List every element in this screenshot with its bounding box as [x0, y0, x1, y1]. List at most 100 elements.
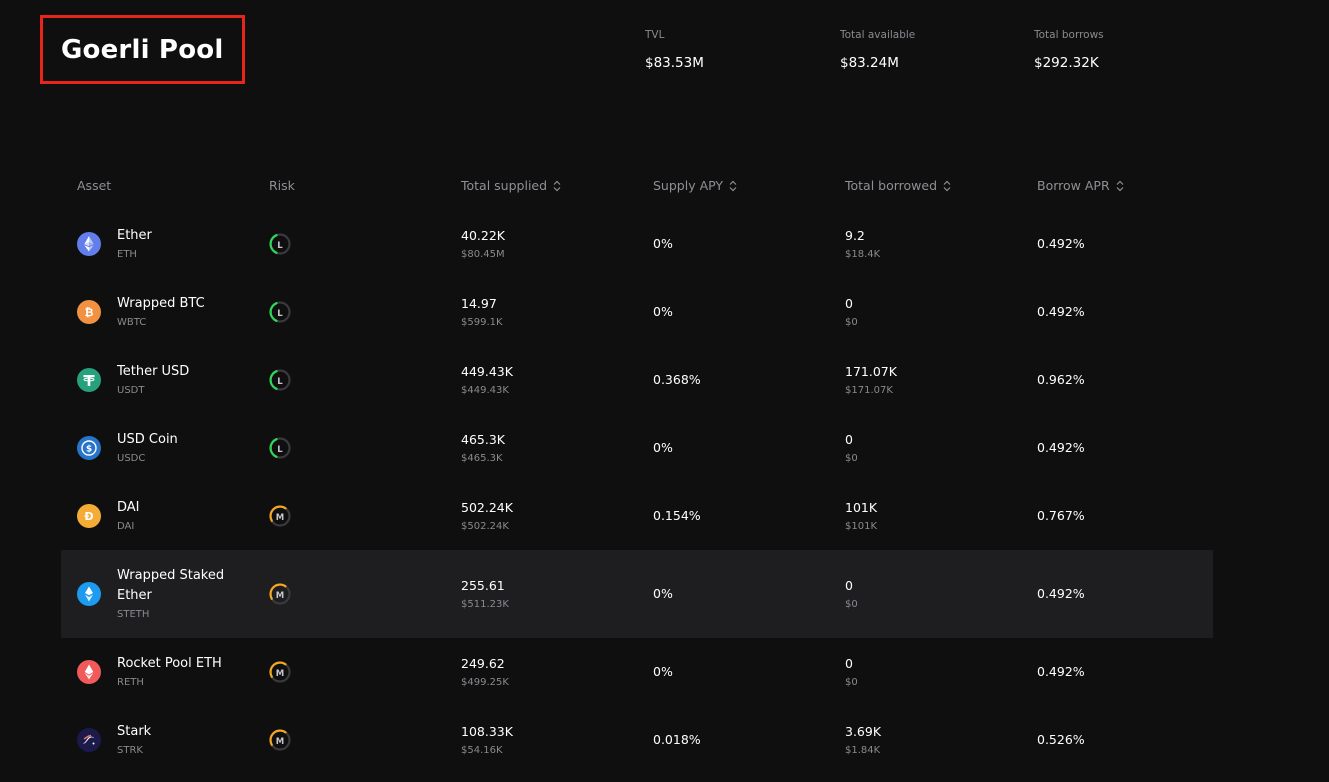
supplied-amount: 108.33K: [461, 724, 513, 739]
risk-label: L: [277, 445, 283, 455]
usdt-icon: [77, 368, 101, 392]
borrow-apr: 0.767%: [1037, 508, 1085, 523]
stat-label: Total borrows: [1034, 29, 1104, 41]
supplied-usd: $80.45M: [461, 249, 505, 260]
header-supply-apy[interactable]: Supply APY: [653, 178, 737, 193]
sort-icon[interactable]: [943, 180, 951, 192]
table-row[interactable]: Rocket Pool ETH RETH M 249.62 $499.25K 0% 0 $0 0…: [61, 638, 1213, 706]
borrowed-usd: $18.4K: [845, 249, 881, 260]
table-row[interactable]: ₿ Wrapped BTC WBTC L 14.97 $599.1K 0% 0 $0 0.492%: [61, 278, 1213, 346]
borrowed-amount: 0: [845, 578, 853, 593]
header-asset: Asset: [77, 178, 111, 193]
borrow-apr: 0.492%: [1037, 440, 1085, 455]
borrowed-amount: 0: [845, 656, 853, 671]
header-label: Supply APY: [653, 178, 724, 193]
header-total-borrowed[interactable]: Total borrowed: [845, 178, 951, 193]
asset-name: Ether: [117, 228, 152, 243]
wbtc-icon: ₿: [77, 300, 101, 324]
risk-gauge-icon: M: [269, 505, 291, 527]
borrowed-usd: $1.84K: [845, 745, 881, 756]
stat-total-borrows: Total borrows $292.32K: [1034, 29, 1104, 71]
table-row[interactable]: Stark STRK M 108.33K $54.16K 0.018% 3.69K $1.84…: [61, 706, 1213, 774]
risk-label: L: [277, 241, 283, 251]
supplied-usd: $599.1K: [461, 317, 503, 328]
supply-apy: 0%: [653, 440, 673, 455]
supplied-amount: 449.43K: [461, 364, 513, 379]
borrowed-amount: 9.2: [845, 228, 865, 243]
asset-name-line: Wrapped Staked: [117, 568, 225, 583]
supply-apy: 0.368%: [653, 372, 701, 387]
table-row[interactable]: $ USD Coin USDC L 465.3K $465.3K 0% 0 $0 0.492%: [61, 414, 1213, 482]
borrow-apr: 0.526%: [1037, 732, 1085, 747]
svg-text:₿: ₿: [85, 306, 94, 319]
asset-name: USD Coin: [117, 432, 178, 447]
risk-label: L: [277, 377, 283, 387]
borrowed-usd: $0: [845, 677, 858, 688]
risk-gauge-icon: L: [269, 369, 291, 391]
supply-apy: 0%: [653, 304, 673, 319]
borrow-apr: 0.492%: [1037, 304, 1085, 319]
asset-name: Wrapped Staked Ether: [117, 566, 224, 606]
svg-text:Đ: Đ: [84, 510, 93, 523]
asset-symbol: USDT: [117, 385, 145, 396]
risk-gauge-icon: L: [269, 301, 291, 323]
pool-page: Goerli Pool TVL $83.53M Total available …: [0, 0, 1329, 782]
asset-symbol: DAI: [117, 521, 135, 532]
supplied-usd: $511.23K: [461, 599, 509, 610]
asset-symbol: RETH: [117, 677, 144, 688]
risk-label: M: [276, 513, 284, 523]
header-label: Asset: [77, 178, 112, 193]
svg-text:$: $: [86, 445, 92, 455]
supplied-usd: $449.43K: [461, 385, 509, 396]
stat-label: TVL: [645, 29, 665, 41]
pool-title-highlight: Goerli Pool: [40, 15, 245, 84]
sort-icon[interactable]: [553, 180, 561, 192]
sort-icon[interactable]: [729, 180, 737, 192]
asset-name: Wrapped BTC: [117, 296, 205, 311]
borrow-apr: 0.492%: [1037, 586, 1085, 601]
borrowed-amount: 171.07K: [845, 364, 897, 379]
pool-title: Goerli Pool: [61, 34, 224, 65]
header-label: Borrow APR: [1037, 178, 1110, 193]
risk-label: L: [277, 309, 283, 319]
stat-value: $292.32K: [1034, 55, 1099, 71]
header-total-supplied[interactable]: Total supplied: [461, 178, 561, 193]
asset-name-line: Ether: [117, 588, 152, 603]
borrow-apr: 0.492%: [1037, 236, 1085, 251]
table-row[interactable]: Tether USD USDT L 449.43K $449.43K 0.368% 171.…: [61, 346, 1213, 414]
supply-apy: 0%: [653, 586, 673, 601]
header-label: Total borrowed: [845, 178, 938, 193]
asset-name: Rocket Pool ETH: [117, 656, 222, 671]
risk-label: M: [276, 669, 284, 679]
borrowed-amount: 101K: [845, 500, 878, 515]
borrowed-amount: 0: [845, 296, 853, 311]
table-row[interactable]: Ether ETH L 40.22K $80.45M 0% 9.2 $18.4K 0.492%: [61, 210, 1213, 278]
borrowed-amount: 3.69K: [845, 724, 882, 739]
table-row[interactable]: Đ DAI DAI M 502.24K $502.24K 0.154% 101K $101K 0.…: [61, 482, 1213, 550]
asset-name: DAI: [117, 500, 140, 515]
sort-icon[interactable]: [1116, 180, 1124, 192]
risk-gauge-icon: M: [269, 661, 291, 683]
dai-icon: Đ: [77, 504, 101, 528]
borrow-apr: 0.492%: [1037, 664, 1085, 679]
risk-gauge-icon: M: [269, 583, 291, 605]
borrowed-usd: $0: [845, 317, 858, 328]
header-borrow-apr[interactable]: Borrow APR: [1037, 178, 1124, 193]
supplied-amount: 40.22K: [461, 228, 505, 243]
borrowed-usd: $171.07K: [845, 385, 893, 396]
borrowed-usd: $0: [845, 599, 858, 610]
supply-apy: 0.018%: [653, 732, 701, 747]
steth-icon: [77, 582, 101, 606]
supply-apy: 0.154%: [653, 508, 701, 523]
supplied-usd: $502.24K: [461, 521, 509, 532]
stat-total-available: Total available $83.24M: [840, 29, 915, 71]
supplied-amount: 14.97: [461, 296, 497, 311]
table-row[interactable]: Wrapped Staked Ether STETH M 255.61 $511.23K 0…: [61, 550, 1213, 638]
reth-icon: [77, 660, 101, 684]
borrowed-amount: 0: [845, 432, 853, 447]
asset-symbol: STETH: [117, 609, 150, 620]
stark-icon: [77, 728, 101, 752]
supplied-amount: 465.3K: [461, 432, 505, 447]
header-label: Risk: [269, 178, 295, 193]
asset-name: Tether USD: [117, 364, 190, 379]
